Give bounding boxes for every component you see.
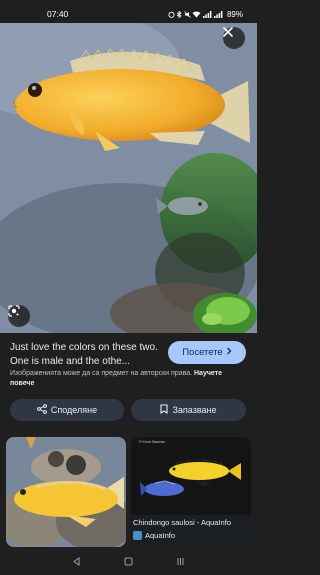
related-source: AquaInfo xyxy=(133,531,175,540)
card-watermark: © Kevin Bauman xyxy=(139,440,166,444)
home-square-icon[interactable] xyxy=(124,553,133,571)
copyright-notice: Изображенията може да са предмет на авто… xyxy=(10,369,248,389)
visit-button-label: Посетете xyxy=(182,347,223,358)
related-source-name: AquaInfo xyxy=(145,531,176,540)
aquainfo-logo-icon xyxy=(133,531,142,540)
share-button[interactable]: Споделяне xyxy=(10,399,124,421)
save-button[interactable]: Запазване xyxy=(131,399,246,421)
related-image xyxy=(131,437,251,515)
fish-photo xyxy=(0,23,257,333)
visit-button[interactable]: Посетете xyxy=(168,341,246,364)
status-icons: 89% xyxy=(168,10,243,19)
related-result-card[interactable] xyxy=(6,437,126,547)
save-button-label: Запазване xyxy=(172,405,217,415)
share-button-label: Споделяне xyxy=(50,405,98,415)
copyright-notice-text: Изображенията може да са предмет на авто… xyxy=(10,370,193,377)
back-triangle-icon[interactable] xyxy=(72,553,81,571)
result-title[interactable]: Just love the colors on these two. One i… xyxy=(10,341,162,369)
mute-icon xyxy=(184,10,191,18)
close-button[interactable] xyxy=(223,27,245,49)
bookmark-icon xyxy=(160,404,169,416)
chevron-right-icon xyxy=(226,347,232,358)
related-image xyxy=(6,437,126,547)
wifi-icon xyxy=(192,11,201,18)
bluetooth-icon xyxy=(176,10,182,18)
signal-icon-2 xyxy=(213,10,223,18)
status-time: 07:40 xyxy=(47,9,69,19)
related-result-card[interactable]: © Kevin Bauman Chindongo saulosi - AquaI… xyxy=(131,437,251,547)
signal-icon xyxy=(202,10,212,18)
hero-image[interactable] xyxy=(0,23,257,333)
recents-icon[interactable] xyxy=(176,553,185,571)
share-icon xyxy=(36,404,47,416)
battery-level: 89% xyxy=(226,9,243,19)
navigation-bar xyxy=(0,549,257,575)
google-lens-button[interactable] xyxy=(8,305,30,327)
related-caption: Chindongo saulosi - AquaInfo xyxy=(133,518,231,527)
alarm-icon xyxy=(168,11,175,18)
